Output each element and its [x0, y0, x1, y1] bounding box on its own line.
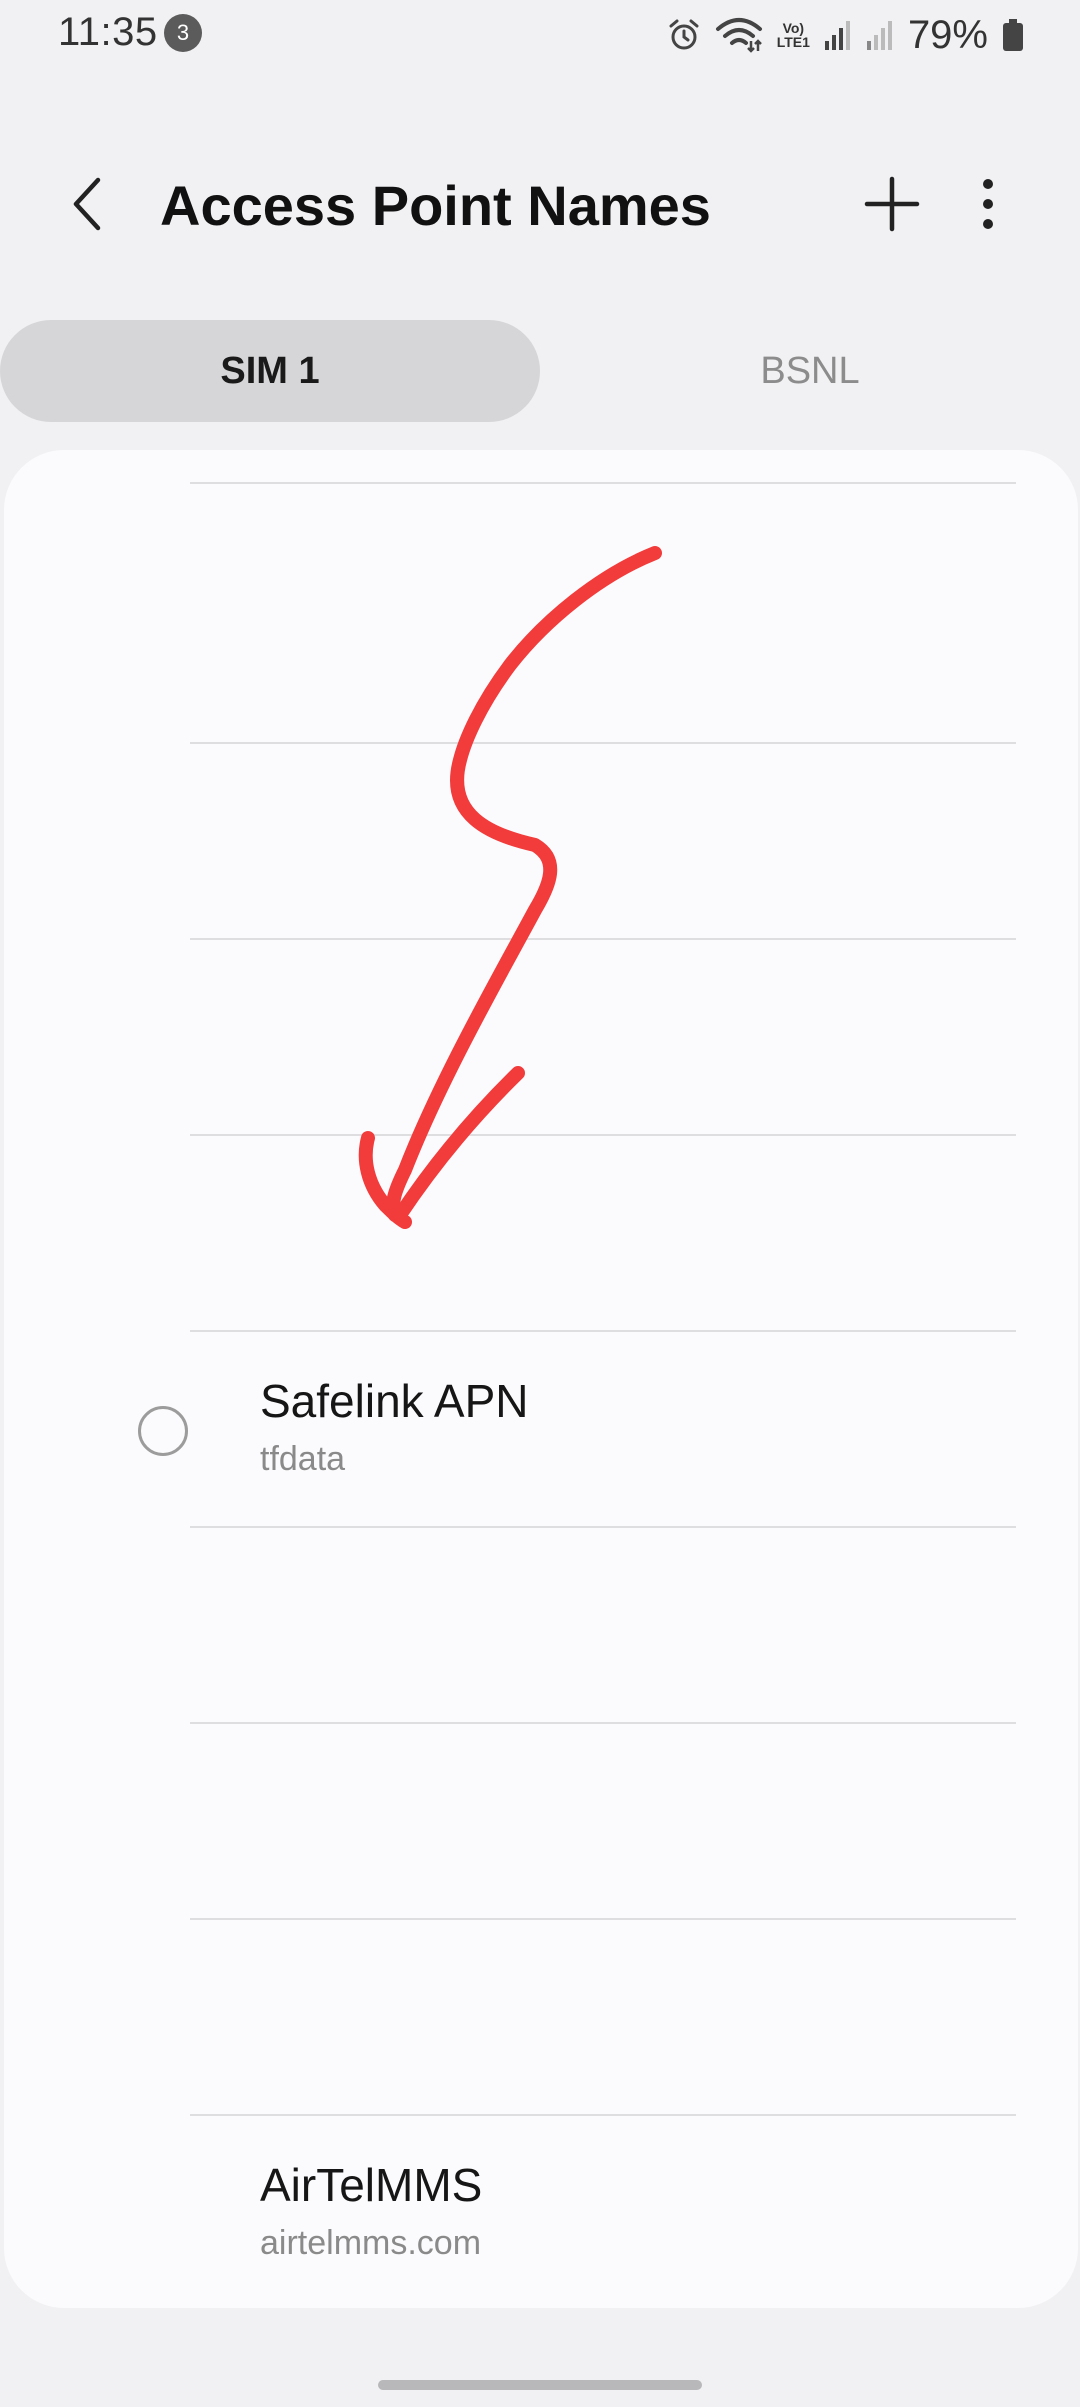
list-divider [190, 742, 1016, 744]
signal-sim1-icon [824, 19, 852, 51]
apn-name: AirTelMMS [260, 2159, 483, 2211]
sim-tabs: SIM 1 BSNL [0, 320, 1080, 422]
status-bar: 11:35 3 Vo) LTE1 79% [0, 0, 1080, 70]
more-vertical-icon [980, 178, 996, 235]
list-divider [190, 1918, 1016, 1920]
apn-list-card: Safelink APN tfdata AirTelMMS airtelmms.… [4, 450, 1078, 2308]
volte-icon: Vo) LTE1 [777, 21, 810, 49]
page-title: Access Point Names [160, 174, 711, 237]
apn-item-airtelmms[interactable]: AirTelMMS airtelmms.com [4, 2116, 1078, 2308]
battery-icon [1002, 18, 1024, 52]
battery-percentage: 79% [907, 12, 988, 57]
plus-icon [864, 176, 920, 237]
apn-address: airtelmms.com [260, 2224, 482, 2262]
tab-sim1[interactable]: SIM 1 [0, 320, 540, 422]
app-bar: Access Point Names [0, 150, 1080, 260]
signal-sim2-icon [866, 19, 894, 51]
apn-address: tfdata [260, 1440, 346, 1478]
notification-count-badge: 3 [164, 14, 202, 52]
chevron-left-icon [68, 174, 108, 239]
list-divider [190, 1722, 1016, 1724]
back-button[interactable] [56, 170, 120, 242]
more-options-button[interactable] [960, 170, 1016, 242]
list-divider [190, 482, 1016, 484]
apn-item-safelink[interactable]: Safelink APN tfdata [4, 1332, 1078, 1526]
volte-bottom-label: LTE1 [776, 34, 810, 50]
list-divider [190, 1526, 1016, 1528]
alarm-icon [667, 18, 701, 52]
status-icons: Vo) LTE1 79% [667, 10, 1024, 60]
wifi-icon [715, 17, 763, 53]
apn-radio-button[interactable] [138, 1406, 188, 1456]
tab-bsnl[interactable]: BSNL [540, 320, 1080, 422]
volte-top-label: Vo) [782, 20, 805, 36]
status-time: 11:35 [58, 10, 158, 54]
list-divider [190, 938, 1016, 940]
apn-name: Safelink APN [260, 1375, 529, 1427]
add-apn-button[interactable] [856, 170, 928, 242]
home-indicator[interactable] [378, 2380, 702, 2390]
list-divider [190, 1134, 1016, 1136]
